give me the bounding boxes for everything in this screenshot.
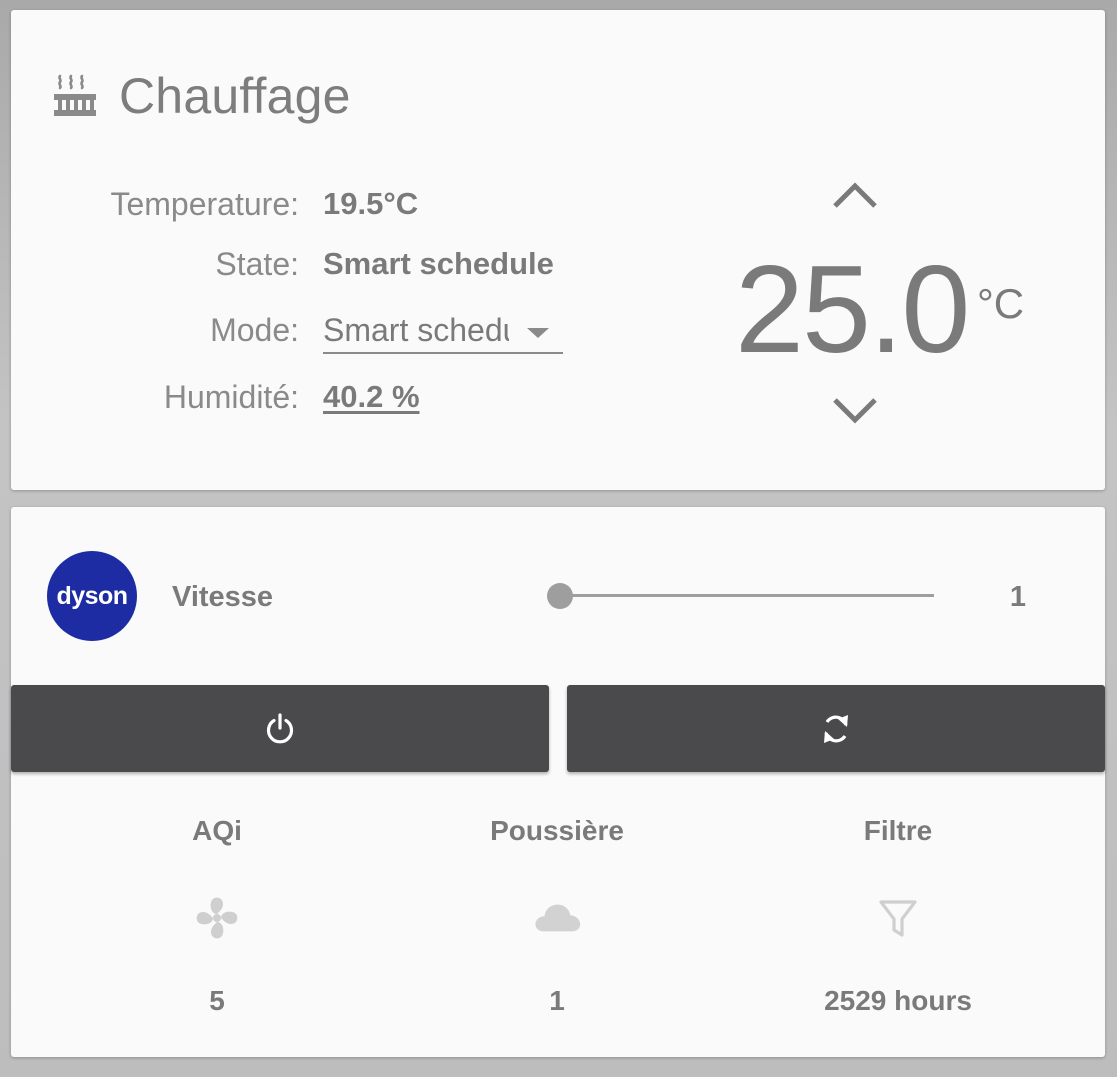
power-icon (266, 712, 294, 743)
caret-down-icon (527, 328, 549, 338)
temperature-label: Temperature: (110, 186, 299, 222)
stat-value: 2529 hours (824, 985, 972, 1016)
speed-label: Vitesse (172, 581, 274, 613)
thermostat-title: Chauffage (119, 68, 351, 124)
stat-value: 1 (549, 985, 565, 1016)
dyson-logo: dyson (47, 551, 137, 641)
mode-row: Mode: Smart schedule (11, 310, 611, 354)
state-row: State: Smart schedule (11, 244, 611, 284)
speed-slider-track[interactable] (561, 594, 934, 597)
cloud-icon (535, 904, 581, 932)
humidity-value[interactable]: 40.2 % (323, 377, 420, 417)
stat-label: AQi (192, 815, 242, 846)
temperature-up-button[interactable] (831, 180, 879, 212)
target-temperature: 25.0 (735, 241, 970, 379)
mode-select[interactable]: Smart schedule (323, 306, 563, 354)
mode-select-value: Smart schedule (323, 312, 509, 348)
oscillation-button[interactable] (567, 685, 1105, 772)
target-temperature-unit: °C (977, 280, 1025, 327)
temperature-row: Temperature: 19.5°C (11, 184, 611, 224)
mode-label: Mode: (210, 312, 299, 348)
chevron-up-icon (833, 182, 877, 208)
stat-dust: Poussière 1 (407, 807, 707, 1027)
stat-label: Filtre (863, 815, 933, 846)
temperature-down-button[interactable] (831, 394, 879, 426)
stat-label: Poussière (490, 815, 624, 846)
state-value: Smart schedule (323, 246, 554, 281)
thermostat-card: Chauffage Temperature: 19.5°C State: Sma… (11, 10, 1105, 490)
chevron-down-icon (833, 398, 877, 424)
thermostat-header: Chauffage (51, 66, 351, 126)
fan-icon (196, 897, 238, 939)
stat-aqi: AQi 5 (67, 807, 367, 1027)
speed-value: 1 (1009, 581, 1027, 613)
sync-icon (824, 714, 848, 743)
humidity-row: Humidité: 40.2 % (11, 377, 611, 417)
stat-filter: Filtre 2529 hours (748, 807, 1048, 1027)
dyson-card: dyson Vitesse 1 AQi 5 Poussière 1 Filtre… (11, 507, 1105, 1057)
radiator-icon (51, 72, 99, 120)
temperature-value: 19.5°C (323, 186, 419, 221)
filter-icon (879, 900, 917, 937)
speed-slider-handle[interactable] (547, 583, 573, 609)
power-button[interactable] (11, 685, 549, 772)
state-label: State: (215, 246, 299, 282)
humidity-label: Humidité: (163, 379, 299, 415)
stat-value: 5 (209, 985, 225, 1016)
